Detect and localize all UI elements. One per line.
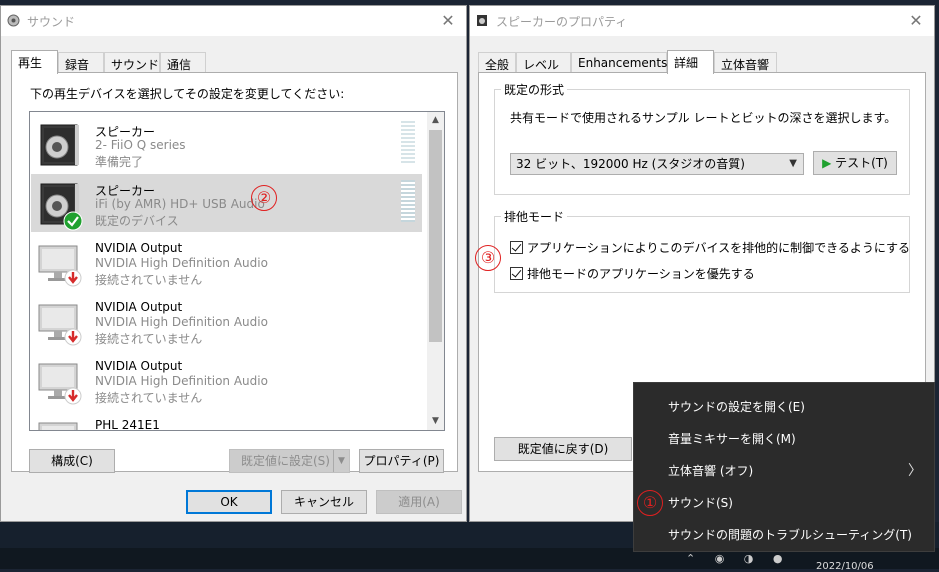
list-item-device[interactable]: NVIDIA Output NVIDIA High Definition Aud…: [31, 292, 422, 350]
menu-item-spatial-sound[interactable]: 立体音響 (オフ) 〉: [634, 455, 934, 487]
exclusive-priority-checkbox[interactable]: [510, 267, 523, 280]
scroll-thumb[interactable]: [429, 130, 442, 342]
properties-button[interactable]: プロパティ(P): [359, 449, 444, 473]
exclusive-control-label: アプリケーションによりこのデバイスを排他的に制御できるようにする: [527, 241, 911, 255]
play-icon: ▶: [822, 156, 832, 170]
properties-window-title: スピーカーのプロパティ: [496, 15, 628, 29]
test-label: テスト(T): [835, 156, 888, 170]
default-format-group: 既定の形式 共有モードで使用されるサンプル レートとビットの深さを選択します。 …: [494, 81, 910, 195]
menu-item-sounds[interactable]: サウンド(S): [634, 487, 934, 519]
volume-meter: [401, 121, 415, 163]
device-name: NVIDIA Output: [95, 300, 183, 314]
restore-defaults-button[interactable]: 既定値に戻す(D): [494, 437, 632, 461]
tab-general[interactable]: 全般: [478, 52, 516, 73]
tab-sounds[interactable]: サウンド: [104, 52, 160, 73]
exclusive-mode-label: 排他モード: [501, 208, 568, 225]
configure-button[interactable]: 構成(C): [29, 449, 115, 473]
device-status: 接続されていません: [95, 273, 203, 287]
exclusive-mode-group: 排他モード アプリケーションによりこのデバイスを排他的に制御できるようにする 排…: [494, 208, 910, 293]
tray-context-menu: サウンドの設定を開く(E) 音量ミキサーを開く(M) 立体音響 (オフ) 〉 サ…: [633, 382, 935, 552]
device-driver: iFi (by AMR) HD+ USB Audio: [95, 197, 265, 211]
exclusive-control-checkbox[interactable]: [510, 241, 523, 254]
device-name: NVIDIA Output: [95, 241, 183, 255]
device-driver: NVIDIA High Definition Audio: [95, 256, 268, 270]
annotation-marker-2: ②: [251, 185, 277, 211]
device-name: PHL 241E1: [95, 418, 160, 431]
device-status: 接続されていません: [95, 332, 203, 346]
chevron-right-icon: 〉: [908, 463, 922, 479]
list-item-device[interactable]: NVIDIA Output NVIDIA High Definition Aud…: [31, 233, 422, 291]
sound-window-title: サウンド: [27, 15, 76, 29]
set-default-label: 既定値に設定(S): [241, 454, 330, 468]
tab-enhancements[interactable]: Enhancements: [571, 52, 667, 73]
device-status: 既定のデバイス: [95, 214, 179, 228]
speaker-icon: [40, 124, 79, 166]
unplugged-arrow-icon: [64, 269, 82, 287]
device-status: 準備完了: [95, 155, 144, 169]
annotation-marker-1: ①: [637, 490, 663, 516]
set-default-button[interactable]: 既定値に設定(S) ▼: [229, 449, 350, 473]
list-item-device[interactable]: PHL 241E1: [31, 410, 422, 431]
playback-panel: 下の再生デバイスを選択してその設定を変更してください: スピーカー 2- Fii…: [11, 72, 458, 473]
device-name: NVIDIA Output: [95, 359, 183, 373]
spatial-sound-label: 立体音響 (オフ): [668, 464, 754, 478]
volume-meter: [401, 180, 415, 222]
annotation-marker-3: ③: [475, 245, 501, 271]
tray-date[interactable]: 2022/10/06: [816, 561, 874, 572]
tab-communications[interactable]: 通信: [160, 52, 206, 73]
exclusive-control-checkbox-row[interactable]: アプリケーションによりこのデバイスを排他的に制御できるようにする: [510, 239, 910, 256]
unplugged-arrow-icon: [64, 328, 82, 346]
list-item-device[interactable]: NVIDIA Output NVIDIA High Definition Aud…: [31, 351, 422, 409]
list-item-device[interactable]: スピーカー 2- FiiO Q series 準備完了: [31, 115, 422, 173]
device-driver: NVIDIA High Definition Audio: [95, 374, 268, 388]
tab-advanced[interactable]: 詳細: [667, 50, 714, 74]
tab-playback[interactable]: 再生: [11, 50, 58, 74]
sound-app-icon: [7, 14, 20, 27]
unplugged-arrow-icon: [64, 387, 82, 405]
list-item-device-selected[interactable]: スピーカー iFi (by AMR) HD+ USB Audio 既定のデバイス: [31, 174, 422, 232]
menu-item-troubleshoot[interactable]: サウンドの問題のトラブルシューティング(T): [634, 519, 934, 551]
test-button[interactable]: ▶ テスト(T): [813, 151, 897, 175]
default-check-icon: [63, 211, 83, 231]
exclusive-priority-checkbox-row[interactable]: 排他モードのアプリケーションを優先する: [510, 265, 755, 282]
scroll-up-icon[interactable]: ▲: [427, 112, 444, 129]
menu-item-volume-mixer[interactable]: 音量ミキサーを開く(M): [634, 423, 934, 455]
scroll-down-icon[interactable]: ▼: [427, 413, 444, 430]
default-format-description: 共有モードで使用されるサンプル レートとビットの深さを選択します。: [510, 111, 897, 125]
tab-spatial-sound[interactable]: 立体音響: [714, 52, 777, 73]
device-list-scrollbar[interactable]: ▲ ▼: [427, 112, 444, 430]
set-default-dropdown-icon[interactable]: ▼: [333, 450, 349, 472]
tab-recording[interactable]: 録音: [58, 52, 104, 73]
instruction-text: 下の再生デバイスを選択してその設定を変更してください:: [30, 87, 345, 101]
ok-button[interactable]: OK: [186, 490, 272, 514]
properties-titlebar: スピーカーのプロパティ ✕: [470, 6, 934, 36]
tray-icons[interactable]: ⌃ ◉ ◑ ●: [686, 552, 791, 565]
sound-titlebar: サウンド ✕: [1, 6, 466, 36]
device-driver: NVIDIA High Definition Audio: [95, 315, 268, 329]
menu-item-open-sound-settings[interactable]: サウンドの設定を開く(E): [634, 391, 934, 423]
default-format-label: 既定の形式: [501, 81, 568, 98]
apply-button[interactable]: 適用(A): [376, 490, 462, 514]
exclusive-priority-label: 排他モードのアプリケーションを優先する: [527, 267, 755, 281]
sound-window: サウンド ✕ 再生 録音 サウンド 通信 下の再生デバイスを選択してその設定を変…: [0, 5, 467, 522]
format-dropdown-value: 32 ビット、192000 Hz (スタジオの音質): [516, 157, 745, 171]
device-driver: 2- FiiO Q series: [95, 138, 186, 152]
cancel-button[interactable]: キャンセル: [281, 490, 367, 514]
sound-close-button[interactable]: ✕: [430, 6, 466, 36]
properties-close-button[interactable]: ✕: [898, 6, 934, 36]
speaker-app-icon: [477, 15, 487, 26]
device-status: 接続されていません: [95, 391, 203, 405]
monitor-icon: [38, 422, 78, 430]
format-dropdown[interactable]: 32 ビット、192000 Hz (スタジオの音質) ▼: [510, 153, 804, 175]
device-list[interactable]: スピーカー 2- FiiO Q series 準備完了 スピーカー iFi (b…: [29, 111, 445, 431]
chevron-down-icon: ▼: [789, 158, 797, 169]
tab-levels[interactable]: レベル: [516, 52, 571, 73]
